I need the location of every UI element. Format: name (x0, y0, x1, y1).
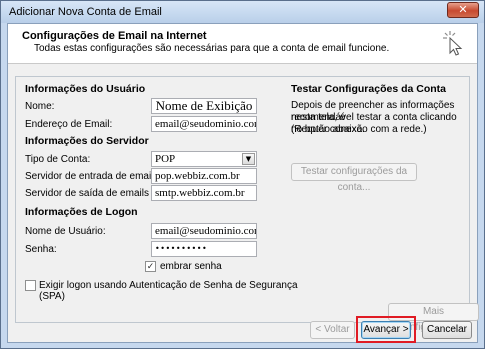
remember-password-checkbox[interactable]: ✓ (145, 261, 156, 272)
cursor-click-icon (443, 31, 463, 56)
spa-checkbox[interactable] (25, 280, 36, 291)
remember-password-label: embrar senha (160, 261, 222, 272)
logon-info-heading: Informações de Logon (25, 206, 138, 218)
spa-label-line2: (SPA) (39, 291, 65, 302)
window-title: Adicionar Nova Conta de Email (9, 6, 162, 18)
close-button[interactable]: ✕ (447, 2, 479, 18)
user-info-heading: Informações do Usuário (25, 83, 146, 95)
account-type-label: Tipo de Conta: (25, 154, 91, 165)
incoming-server-field[interactable]: pop.webbiz.com.br (151, 168, 257, 184)
test-settings-desc-line3: (Requer conexão com a rede.) (291, 124, 427, 135)
email-field[interactable]: email@seudominio.com.br (151, 116, 257, 132)
title-bar: Adicionar Nova Conta de Email ✕ (1, 1, 484, 23)
server-info-heading: Informações do Servidor (25, 135, 149, 147)
username-label: Nome de Usuário: (25, 226, 106, 237)
email-label: Endereço de Email: (25, 119, 113, 130)
header-subtitle: Todas estas configurações são necessária… (34, 43, 390, 54)
chevron-down-icon[interactable]: ▼ (242, 153, 255, 165)
settings-panel: Informações do Usuário Nome: Nome de Exi… (15, 76, 479, 333)
dialog-body: Configurações de Email na Internet Todas… (7, 23, 479, 343)
spa-label-line1: Exigir logon usando Autenticação de Senh… (39, 280, 298, 291)
account-type-select[interactable]: POP ▼ (151, 151, 257, 167)
name-label: Nome: (25, 101, 55, 112)
header-title: Configurações de Email na Internet (22, 30, 207, 42)
add-account-dialog: Adicionar Nova Conta de Email ✕ Configur… (0, 0, 485, 349)
test-account-button[interactable]: Testar configurações da conta... (291, 163, 417, 193)
password-label: Senha: (25, 244, 57, 255)
outgoing-server-field[interactable]: smtp.webbiz.com.br (151, 185, 257, 201)
test-settings-heading: Testar Configurações da Conta (291, 83, 446, 95)
password-field[interactable]: •••••••••• (151, 241, 257, 257)
account-type-value: POP (155, 153, 176, 165)
dialog-header: Configurações de Email na Internet Todas… (8, 24, 477, 64)
next-button[interactable]: Avançar > (361, 321, 411, 339)
incoming-server-label: Servidor de entrada de emails: (25, 171, 162, 182)
back-button[interactable]: < Voltar (310, 321, 355, 339)
username-field[interactable]: email@seudominio.com.br (151, 223, 257, 239)
cancel-button[interactable]: Cancelar (422, 321, 472, 339)
name-field[interactable]: Nome de Exibição (151, 98, 257, 114)
